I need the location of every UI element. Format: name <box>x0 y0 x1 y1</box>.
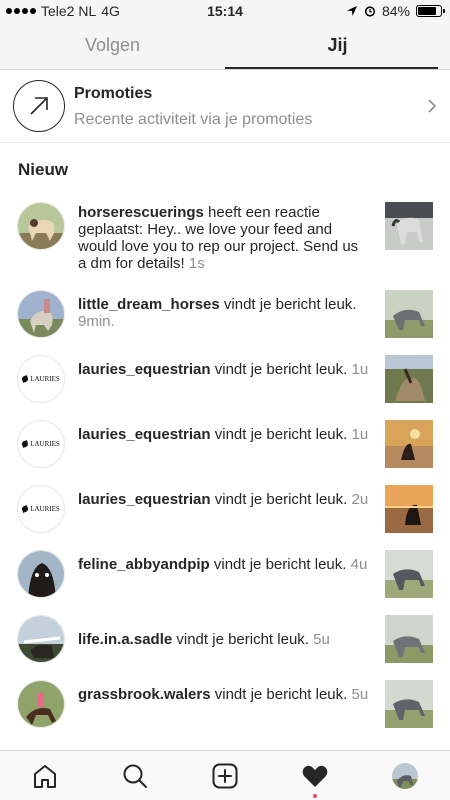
notification-text: horserescuerings heeft een reactie gepla… <box>78 204 370 272</box>
status-bar: Tele2 NL 4G 15:14 84% <box>0 0 450 22</box>
avatar[interactable]: LAURIES <box>17 420 65 468</box>
notification-item[interactable]: LAURIES lauries_equestrian vindt je beri… <box>0 355 450 405</box>
notification-message: vindt je bericht leuk. <box>210 361 348 378</box>
avatar[interactable]: LAURIES <box>17 485 65 533</box>
notification-text: grassbrook.walers vindt je bericht leuk.… <box>78 686 370 703</box>
heart-icon <box>302 765 328 787</box>
notification-message: vindt je bericht leuk. <box>210 686 348 703</box>
lauries-logo: LAURIES <box>21 505 60 513</box>
username-link[interactable]: little_dream_horses <box>78 296 220 313</box>
notification-text: little_dream_horses vindt je bericht leu… <box>78 296 370 330</box>
notification-item[interactable]: little_dream_horses vindt je bericht leu… <box>0 290 450 340</box>
post-thumbnail[interactable] <box>385 615 433 663</box>
status-right: 84% <box>346 3 445 19</box>
nav-activity[interactable] <box>290 754 340 798</box>
nav-search[interactable] <box>110 754 160 798</box>
username-link[interactable]: lauries_equestrian <box>78 426 211 443</box>
nav-profile[interactable] <box>380 754 430 798</box>
post-thumbnail[interactable] <box>385 290 433 338</box>
section-title: Nieuw <box>18 160 69 179</box>
add-post-icon <box>212 763 238 788</box>
avatar[interactable]: LAURIES <box>17 355 65 403</box>
post-thumbnail[interactable] <box>385 680 433 728</box>
username-link[interactable]: grassbrook.walers <box>78 686 211 703</box>
nav-add-post[interactable] <box>200 754 250 798</box>
notification-item[interactable]: life.in.a.sadle vindt je bericht leuk. 5… <box>0 615 450 665</box>
timestamp: 5u <box>351 686 369 703</box>
username-link[interactable]: lauries_equestrian <box>78 491 211 508</box>
username-link[interactable]: horserescuerings <box>78 204 204 221</box>
notification-message: vindt je bericht leuk. <box>210 426 348 443</box>
avatar[interactable] <box>17 680 65 728</box>
timestamp: 1s <box>188 255 205 272</box>
promotions-icon <box>13 80 65 132</box>
timestamp: 1u <box>351 426 369 443</box>
notification-item[interactable]: horserescuerings heeft een reactie gepla… <box>0 200 450 280</box>
lauries-logo: LAURIES <box>21 375 60 383</box>
timestamp: 2u <box>351 491 369 508</box>
timestamp: 9min. <box>78 313 115 330</box>
notification-message: vindt je bericht leuk. <box>172 631 309 648</box>
profile-avatar <box>392 762 418 789</box>
tab-volgen[interactable]: Volgen <box>0 22 225 69</box>
avatar[interactable] <box>17 615 65 663</box>
bottom-tab-bar <box>0 750 450 800</box>
post-thumbnail[interactable] <box>385 355 433 403</box>
notification-item[interactable]: LAURIES lauries_equestrian vindt je beri… <box>0 420 450 470</box>
nav-home[interactable] <box>20 754 70 798</box>
notification-item[interactable]: grassbrook.walers vindt je bericht leuk.… <box>0 680 450 730</box>
notification-message: vindt je bericht leuk. <box>210 491 348 508</box>
username-link[interactable]: lauries_equestrian <box>78 361 211 378</box>
post-thumbnail[interactable] <box>385 420 433 468</box>
post-thumbnail[interactable] <box>385 550 433 598</box>
timestamp: 4u <box>350 556 368 573</box>
logo-text: LAURIES <box>30 375 60 383</box>
logo-text: LAURIES <box>30 505 60 513</box>
notification-text: life.in.a.sadle vindt je bericht leuk. 5… <box>78 631 378 648</box>
alarm-icon <box>364 6 376 17</box>
lauries-logo: LAURIES <box>21 440 60 448</box>
home-icon <box>34 764 56 788</box>
battery-level <box>418 7 437 15</box>
chevron-right-icon <box>428 99 436 113</box>
post-thumbnail[interactable] <box>385 202 433 250</box>
post-thumbnail[interactable] <box>385 485 433 533</box>
timestamp: 5u <box>313 631 330 648</box>
arrow-up-right-icon <box>30 97 48 115</box>
location-icon <box>346 6 357 16</box>
promotions-row[interactable]: Promoties Recente activiteit via je prom… <box>0 71 450 143</box>
activity-tabs: Volgen Jij <box>0 22 450 70</box>
notification-message: vindt je bericht leuk. <box>219 296 357 313</box>
notification-dot <box>313 793 317 798</box>
promotions-title: Promoties <box>74 85 153 102</box>
notification-text: lauries_equestrian vindt je bericht leuk… <box>78 426 370 443</box>
notification-text: lauries_equestrian vindt je bericht leuk… <box>78 361 370 378</box>
search-icon <box>123 764 147 788</box>
notification-item[interactable]: feline_abbyandpip vindt je bericht leuk.… <box>0 550 450 600</box>
timestamp: 1u <box>351 361 369 378</box>
notification-text: feline_abbyandpip vindt je bericht leuk.… <box>78 556 370 573</box>
avatar[interactable] <box>17 290 65 338</box>
avatar[interactable] <box>17 202 65 250</box>
username-link[interactable]: life.in.a.sadle <box>78 631 172 648</box>
tab-jij[interactable]: Jij <box>225 22 450 69</box>
promotions-subtitle: Recente activiteit via je promoties <box>74 111 313 128</box>
username-link[interactable]: feline_abbyandpip <box>78 556 210 573</box>
notification-message: vindt je bericht leuk. <box>209 556 347 573</box>
notification-text: lauries_equestrian vindt je bericht leuk… <box>78 491 370 508</box>
notification-item[interactable]: LAURIES lauries_equestrian vindt je beri… <box>0 485 450 535</box>
avatar[interactable] <box>17 550 65 598</box>
battery-percent: 84% <box>381 3 410 19</box>
logo-text: LAURIES <box>30 440 60 448</box>
battery-icon <box>416 5 445 17</box>
